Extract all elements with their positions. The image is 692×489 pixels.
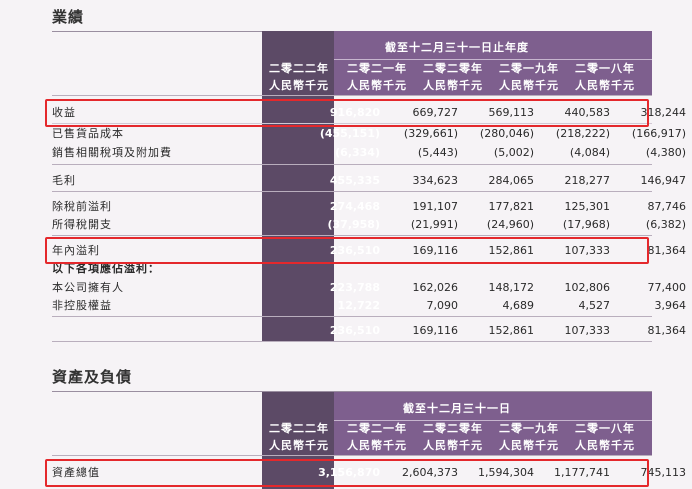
table-row: 本公司擁有人 223,788 162,026 148,172 102,806 77,40… [52,281,686,294]
year-header: 二零一八年 人民幣千元 [575,422,635,452]
year-header: 二零一八年 人民幣千元 [575,62,635,92]
section-title-results: 業績 [52,8,85,26]
highlight-box-total-assets [45,459,649,487]
year-header: 二零二二年 人民幣千元 [269,422,329,452]
year-header: 二零二一年 人民幣千元 [347,422,407,452]
section-title-assets-liabilities: 資產及負債 [52,368,133,386]
table-row: 銷售相關稅項及附加費 (6,334) (5,443) (5,002) (4,084)(… [52,146,686,159]
year-header: 二零二零年 人民幣千元 [423,422,483,452]
table-row: 非控股權益 12,722 7,090 4,689 4,527 3,964 [52,299,686,312]
year-header: 二零二二年 人民幣千元 [269,62,329,92]
table-row-gross-profit: 毛利 455,335 334,623 284,065 218,277 146,947 [52,174,686,187]
highlight-box-profit [45,237,649,264]
highlight-box-revenue [45,99,649,127]
year-header: 二零一九年 人民幣千元 [499,422,559,452]
year-header: 二零二零年 人民幣千元 [423,62,483,92]
table-row: 除稅前溢利 274,468 191,107 177,821 125,301 87,746 [52,200,686,213]
table-row: 所得稅開支 (37,958) (21,991) (24,960) (17,968) (6… [52,218,686,231]
year-header: 二零二一年 人民幣千元 [347,62,407,92]
table-row: 已售貨品成本 (455,151) (329,661) (280,046) (218,2… [52,127,686,140]
year-header: 二零一九年 人民幣千元 [499,62,559,92]
table-row-total: 236,510 169,116 152,861 107,333 81,364 [329,324,686,337]
